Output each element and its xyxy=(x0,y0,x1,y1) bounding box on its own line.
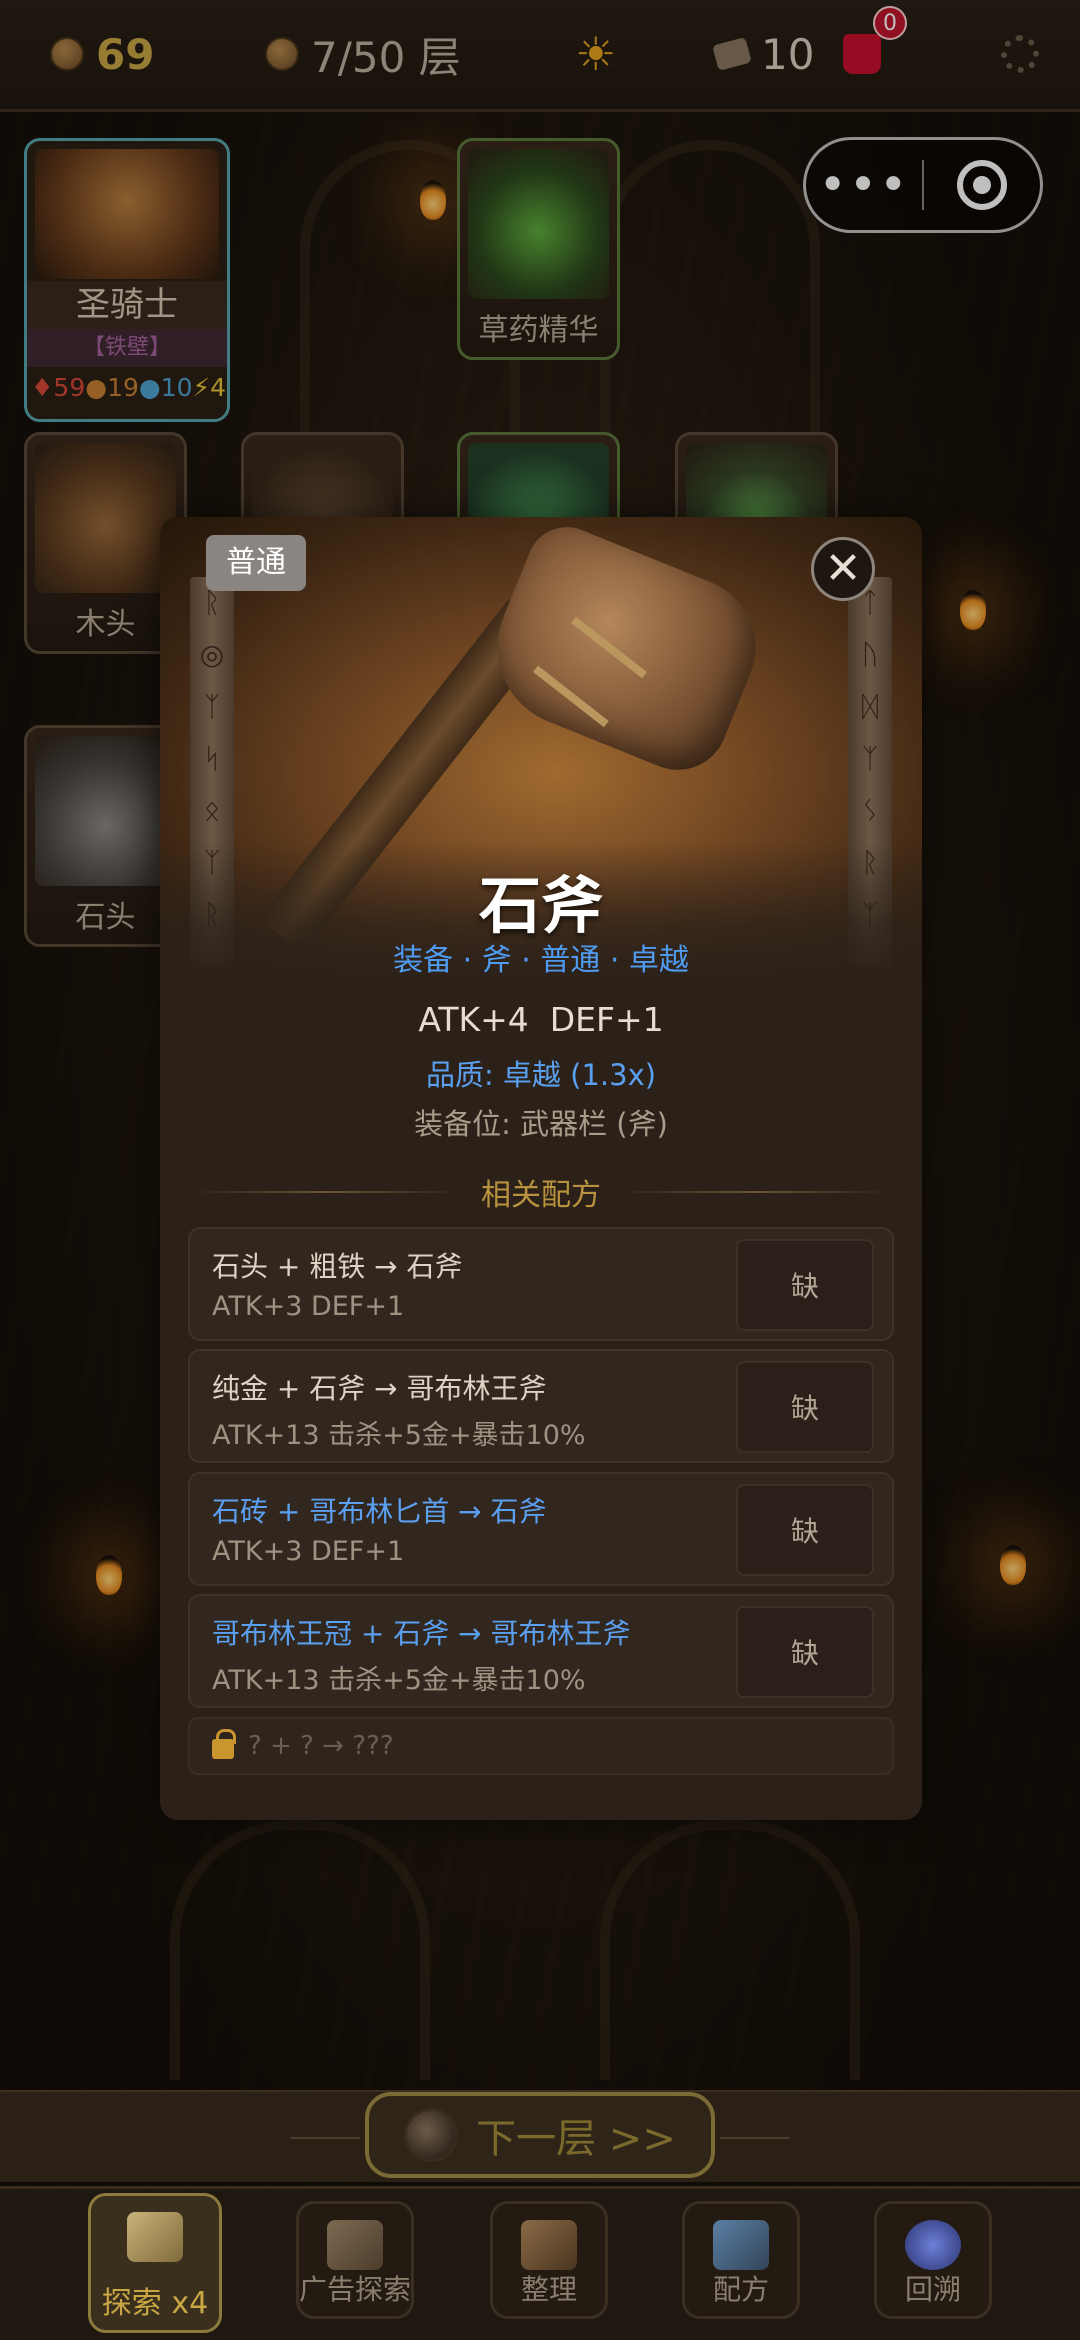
recipe-row[interactable]: 石砖 + 哥布林匕首 → 石斧 ATK+3 DEF+1 缺 xyxy=(188,1472,894,1586)
next-floor-bar: 下一层 >> xyxy=(0,2090,1080,2182)
recipe-effect: ATK+13 击杀+5金+暴击10% xyxy=(212,1665,586,1696)
nav-label: 广告探索 xyxy=(298,2273,411,2306)
rarity-badge: 普通 xyxy=(206,535,306,591)
nav-recipes[interactable]: 配方 xyxy=(682,2201,800,2319)
close-icon: ✕ xyxy=(824,543,862,594)
missing-button[interactable]: 缺 xyxy=(736,1484,874,1576)
next-floor-label: 下一层 >> xyxy=(476,2116,676,2162)
bottom-navigation: 探索 x4 广告探索 整理 配方 回溯 xyxy=(0,2186,1080,2340)
nav-label: 配方 xyxy=(712,2273,769,2306)
rewind-icon xyxy=(905,2220,961,2270)
close-button[interactable]: ✕ xyxy=(811,537,875,601)
recipe-effect: ATK+13 击杀+5金+暴击10% xyxy=(212,1420,586,1451)
divider xyxy=(190,1191,463,1193)
recipe-formula: 石头 + 粗铁 → 石斧 xyxy=(212,1250,463,1283)
divider xyxy=(290,2137,360,2139)
nav-label: 整理 xyxy=(520,2273,577,2306)
nav-organize[interactable]: 整理 xyxy=(490,2201,608,2319)
divider xyxy=(619,1191,892,1193)
item-title: 石斧 xyxy=(478,869,603,942)
orb-icon xyxy=(404,2108,459,2162)
recipe-formula: 石砖 + 哥布林匕首 → 石斧 xyxy=(212,1495,547,1528)
item-stats: ATK+4 DEF+1 xyxy=(418,1000,664,1039)
missing-button[interactable]: 缺 xyxy=(736,1239,874,1331)
divider xyxy=(720,2137,790,2139)
section-title: 相关配方 xyxy=(481,1178,601,1213)
nav-rewind[interactable]: 回溯 xyxy=(874,2201,992,2319)
scroll-icon xyxy=(327,2220,383,2270)
missing-button[interactable]: 缺 xyxy=(736,1606,874,1698)
chest-icon xyxy=(521,2220,577,2270)
nav-explore[interactable]: 探索 x4 xyxy=(88,2193,222,2333)
nav-ad-explore[interactable]: 广告探索 xyxy=(296,2201,414,2319)
nav-label: 回溯 xyxy=(904,2273,961,2306)
recipe-row[interactable]: 纯金 + 石斧 → 哥布林王斧 ATK+13 击杀+5金+暴击10% 缺 xyxy=(188,1349,894,1463)
item-detail-modal: ᚱ◎ᛉᛋᛟᛉᚱ ᛏᚢᛞᛉᛊᚱᛉ 普通 ✕ 石斧 装备 · 斧 · 普通 · 卓越… xyxy=(160,517,922,1820)
next-floor-button[interactable]: 下一层 >> xyxy=(365,2092,715,2178)
locked-recipe-text: ? + ? → ??? xyxy=(248,1731,394,1761)
recipe-formula: 纯金 + 石斧 → 哥布林王斧 xyxy=(212,1372,547,1405)
recipe-row[interactable]: 哥布林王冠 + 石斧 → 哥布林王斧 ATK+13 击杀+5金+暴击10% 缺 xyxy=(188,1594,894,1708)
item-slot: 装备位: 武器栏 (斧) xyxy=(414,1107,668,1141)
recipe-row[interactable]: 石头 + 粗铁 → 石斧 ATK+3 DEF+1 缺 xyxy=(188,1227,894,1341)
book-icon xyxy=(713,2220,769,2270)
lock-icon xyxy=(212,1729,236,1759)
recipe-effect: ATK+3 DEF+1 xyxy=(212,1291,405,1322)
recipe-formula: 哥布林王冠 + 石斧 → 哥布林王斧 xyxy=(212,1617,631,1650)
recipe-effect: ATK+3 DEF+1 xyxy=(212,1536,405,1567)
locked-recipe-row: ? + ? → ??? xyxy=(188,1717,894,1775)
map-icon xyxy=(127,2212,183,2262)
missing-button[interactable]: 缺 xyxy=(736,1361,874,1453)
axe-head xyxy=(473,517,777,785)
recipes-section-header: 相关配方 xyxy=(190,1172,892,1213)
item-quality: 品质: 卓越 (1.3x) xyxy=(425,1058,657,1092)
item-subtitle: 装备 · 斧 · 普通 · 卓越 xyxy=(393,943,689,978)
nav-label: 探索 x4 xyxy=(101,2286,209,2321)
